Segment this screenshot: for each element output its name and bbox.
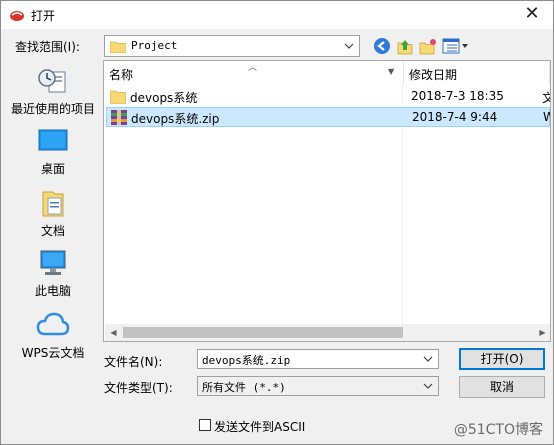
file-type-truncated: W	[543, 110, 550, 124]
scroll-left-icon[interactable]: ◀	[105, 324, 122, 341]
place-this-pc[interactable]: 此电脑	[5, 248, 101, 299]
close-button[interactable]: ✕	[517, 3, 547, 25]
file-date: 2018-7-4 9:44	[412, 110, 498, 124]
place-label: 此电脑	[34, 284, 71, 298]
cloud-icon	[36, 312, 70, 336]
back-icon[interactable]	[373, 37, 391, 55]
ascii-checkbox[interactable]	[199, 419, 211, 431]
lookin-label: 查找范围(I):	[15, 40, 80, 54]
list-item-selected[interactable]: devops系统.zip 2018-7-4 9:44 W	[106, 107, 550, 127]
up-folder-icon[interactable]	[396, 37, 414, 55]
new-folder-icon[interactable]	[419, 37, 437, 55]
chevron-down-icon[interactable]	[342, 38, 356, 54]
place-desktop[interactable]: 桌面	[5, 128, 101, 177]
sort-ascending-icon: ︿	[248, 63, 258, 73]
column-name-label: 名称	[109, 68, 134, 82]
place-recent-items[interactable]: 最近使用的项目	[5, 66, 101, 117]
column-date-label: 修改日期	[409, 68, 458, 82]
scroll-right-icon[interactable]: ▶	[534, 324, 550, 341]
place-label: WPS云文档	[21, 346, 85, 360]
file-date: 2018-7-3 18:35	[411, 89, 504, 103]
chevron-down-icon[interactable]: ▼	[388, 67, 394, 76]
watermark: @51CTO博客	[453, 422, 543, 438]
lookin-dropdown[interactable]: Project	[104, 35, 360, 57]
recent-items-icon	[38, 69, 66, 93]
desktop-icon	[38, 129, 68, 151]
lookin-value: Project	[131, 39, 178, 52]
column-header-name[interactable]: ︿ 名称 ▼	[104, 61, 404, 85]
file-list[interactable]: ︿ 名称 ▼ 修改日期 devops系统 2018-7-3 18:35 文 de…	[103, 60, 551, 342]
horizontal-scrollbar[interactable]: ◀ ▶	[105, 324, 550, 341]
filename-label: 文件名(N):	[104, 355, 163, 369]
window-title: 打开	[31, 9, 56, 23]
chevron-down-icon[interactable]	[421, 351, 435, 367]
file-name: devops系统	[130, 91, 198, 105]
file-name: devops系统.zip	[131, 112, 220, 126]
list-item[interactable]: devops系统 2018-7-3 18:35 文	[106, 87, 550, 107]
folder-icon	[110, 90, 126, 104]
computer-icon	[40, 250, 66, 275]
app-logo-icon	[10, 11, 24, 21]
chevron-down-icon[interactable]	[421, 378, 435, 394]
place-label: 文档	[40, 224, 65, 238]
scrollbar-thumb[interactable]	[123, 327, 403, 338]
view-menu-icon[interactable]	[442, 37, 470, 55]
folder-icon	[110, 41, 126, 53]
place-wps-cloud[interactable]: WPS云文档	[5, 310, 101, 361]
filename-value: devops系统.zip	[202, 354, 291, 367]
filename-input[interactable]: devops系统.zip	[197, 349, 439, 369]
title-bar: 打开 ✕	[1, 1, 553, 29]
ascii-label: 发送文件到ASCII	[214, 420, 306, 434]
place-documents[interactable]: 文档	[5, 188, 101, 239]
filetype-label: 文件类型(T):	[104, 381, 173, 395]
zip-archive-icon	[111, 110, 127, 125]
filetype-dropdown[interactable]: 所有文件 (*.*)	[197, 376, 439, 396]
place-label: 最近使用的项目	[10, 102, 95, 116]
documents-icon	[42, 191, 64, 217]
open-file-dialog: 打开 ✕ 查找范围(I): Project 最近使用的项目 桌面 文档 此电脑 …	[0, 0, 554, 445]
file-type-truncated: 文	[542, 89, 550, 106]
places-bar: 最近使用的项目 桌面 文档 此电脑 WPS云文档	[5, 60, 101, 384]
filetype-value: 所有文件 (*.*)	[202, 381, 286, 394]
cancel-button[interactable]: 取消	[459, 376, 545, 398]
open-button[interactable]: 打开(O)	[459, 348, 545, 370]
place-label: 桌面	[40, 162, 65, 176]
column-header-date[interactable]: 修改日期	[404, 61, 550, 85]
